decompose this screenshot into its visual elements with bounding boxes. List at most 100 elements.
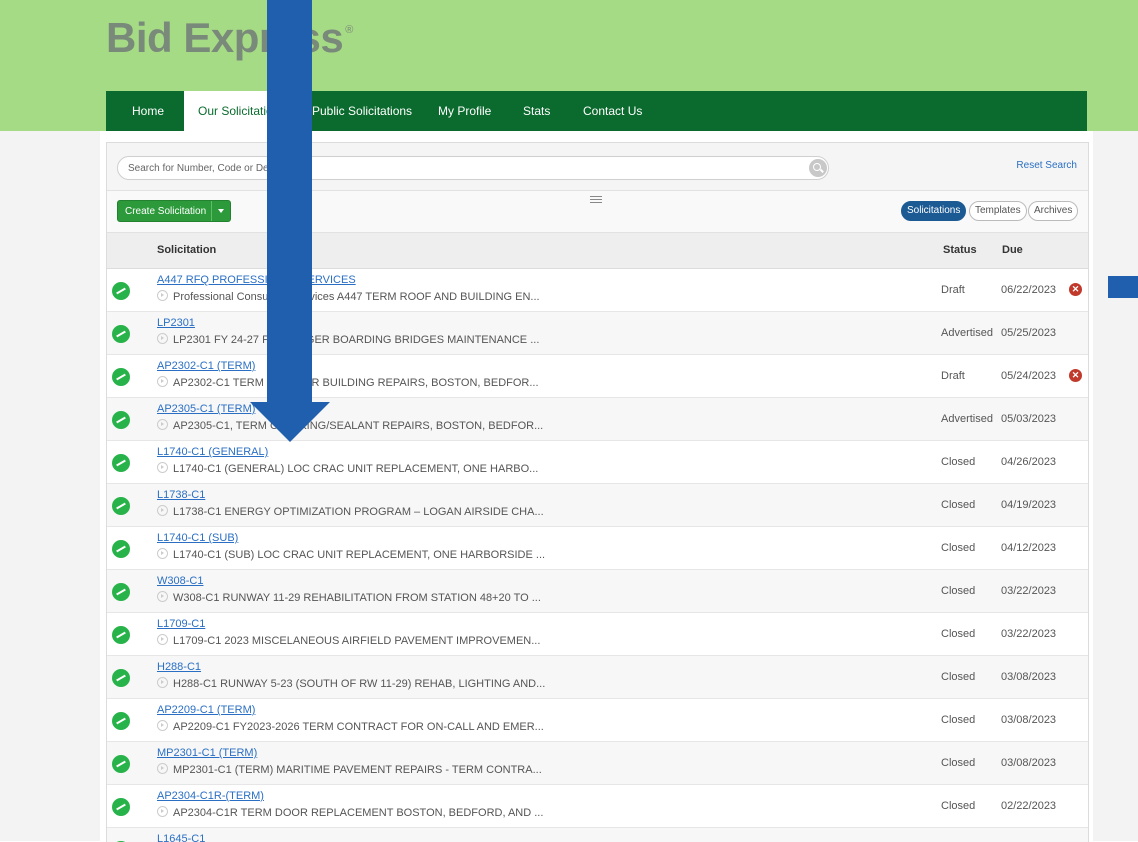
status-text: Closed xyxy=(941,456,976,468)
table-row[interactable]: AP2209-C1 (TERM) AP2209-C1 FY2023-2026 TE… xyxy=(107,699,1088,742)
description-text: MP2301-C1 (TERM) MARITIME PAVEMENT REPAI… xyxy=(173,764,542,776)
annotation-marker xyxy=(1108,276,1138,298)
solicitation-title-link[interactable]: L1740-C1 (GENERAL) xyxy=(157,446,268,458)
table-row[interactable]: L1740-C1 (SUB) L1740-C1 (SUB) LOC CRAC UN… xyxy=(107,527,1088,570)
description-text: L1738-C1 ENERGY OPTIMIZATION PROGRAM – L… xyxy=(173,506,544,518)
table-row[interactable]: H288-C1 H288-C1 RUNWAY 5-23 (SOUTH OF RW … xyxy=(107,656,1088,699)
annotation-arrow-shaft xyxy=(267,0,312,402)
arrow-right-icon xyxy=(157,548,168,559)
description-text: W308-C1 RUNWAY 11-29 REHABILITATION FROM… xyxy=(173,592,541,604)
arrow-right-icon xyxy=(157,634,168,645)
solicitation-description: LP2301 FY 24-27 PASSENGER BOARDING BRIDG… xyxy=(157,333,539,346)
arrow-right-icon xyxy=(157,290,168,301)
search-input[interactable] xyxy=(117,156,829,180)
solicitation-title-link[interactable]: AP2304-C1R-(TERM) xyxy=(157,790,264,802)
due-date: 04/19/2023 xyxy=(1001,499,1057,511)
arrow-right-icon xyxy=(157,763,168,774)
create-solicitation-button[interactable]: Create Solicitation xyxy=(117,200,232,222)
arrow-right-icon xyxy=(157,677,168,688)
due-date: 02/22/2023 xyxy=(1001,800,1057,812)
solicitation-title-link[interactable]: L1738-C1 xyxy=(157,489,205,501)
column-due[interactable]: Due xyxy=(1002,244,1023,256)
solicitation-description: L1709-C1 2023 MISCELANEOUS AIRFIELD PAVE… xyxy=(157,634,540,647)
reset-search-link[interactable]: Reset Search xyxy=(1016,160,1077,171)
chevron-down-icon[interactable] xyxy=(211,201,230,221)
delete-icon[interactable]: ✕ xyxy=(1069,283,1082,296)
due-date: 05/03/2023 xyxy=(1001,413,1057,425)
menu-handle-icon[interactable] xyxy=(590,196,602,203)
solicitation-title-link[interactable]: LP2301 xyxy=(157,317,195,329)
tab-templates[interactable]: Templates xyxy=(969,201,1027,221)
solicitation-title-link[interactable]: W308-C1 xyxy=(157,575,203,587)
column-status[interactable]: Status xyxy=(943,244,977,256)
arrow-right-icon xyxy=(157,462,168,473)
due-date: 04/12/2023 xyxy=(1001,542,1057,554)
table-row[interactable]: L1740-C1 (GENERAL) L1740-C1 (GENERAL) LOC… xyxy=(107,441,1088,484)
description-text: AP2209-C1 FY2023-2026 TERM CONTRACT FOR … xyxy=(173,721,544,733)
description-text: L1740-C1 (SUB) LOC CRAC UNIT REPLACEMENT… xyxy=(173,549,546,561)
solicitation-title-link[interactable]: H288-C1 xyxy=(157,661,201,673)
arrow-right-icon xyxy=(157,806,168,817)
bid-express-logo[interactable]: Bid Express ® xyxy=(106,14,353,62)
solicitation-description: AP2302-C1 TERM INTERIOR BUILDING REPAIRS… xyxy=(157,376,539,389)
search-icon[interactable] xyxy=(809,159,827,177)
solicitation-description: L1740-C1 (GENERAL) LOC CRAC UNIT REPLACE… xyxy=(157,462,538,475)
status-text: Closed xyxy=(941,671,976,683)
status-text: Closed xyxy=(941,542,976,554)
nav-contact-us[interactable]: Contact Us xyxy=(583,91,642,131)
solicitation-title-link[interactable]: A447 RFQ PROFESSIONAL SERVICES xyxy=(157,274,356,286)
create-solicitation-label: Create Solicitation xyxy=(125,206,207,217)
table-row[interactable]: LP2301 LP2301 FY 24-27 PASSENGER BOARDING… xyxy=(107,312,1088,355)
table-row[interactable]: L1738-C1 L1738-C1 ENERGY OPTIMIZATION PRO… xyxy=(107,484,1088,527)
bid-status-icon xyxy=(112,368,130,386)
main-nav: Home Our Solicitations Public Solicitati… xyxy=(106,91,1087,131)
arrow-right-icon xyxy=(157,591,168,602)
solicitation-description: W308-C1 RUNWAY 11-29 REHABILITATION FROM… xyxy=(157,591,541,604)
nav-home[interactable]: Home xyxy=(132,91,164,131)
table-row[interactable]: W308-C1 W308-C1 RUNWAY 11-29 REHABILITATI… xyxy=(107,570,1088,613)
due-date: 03/08/2023 xyxy=(1001,714,1057,726)
nav-public-solicitations[interactable]: Public Solicitations xyxy=(312,91,412,131)
description-text: Professional Consultant Services A447 TE… xyxy=(173,291,540,303)
solicitation-title-link[interactable]: AP2302-C1 (TERM) xyxy=(157,360,255,372)
status-text: Advertised xyxy=(941,413,993,425)
solicitation-title-link[interactable]: AP2209-C1 (TERM) xyxy=(157,704,255,716)
solicitation-title-link[interactable]: L1740-C1 (SUB) xyxy=(157,532,238,544)
bid-status-icon xyxy=(112,755,130,773)
status-text: Closed xyxy=(941,628,976,640)
bid-status-icon xyxy=(112,583,130,601)
arrow-right-icon xyxy=(157,505,168,516)
solicitation-description: H288-C1 RUNWAY 5-23 (SOUTH OF RW 11-29) … xyxy=(157,677,545,690)
description-text: AP2305-C1, TERM CAULKING/SEALANT REPAIRS… xyxy=(173,420,544,432)
table-row[interactable]: A447 RFQ PROFESSIONAL SERVICES Profession… xyxy=(107,269,1088,312)
table-row[interactable]: L1709-C1 L1709-C1 2023 MISCELANEOUS AIRFI… xyxy=(107,613,1088,656)
bid-status-icon xyxy=(112,497,130,515)
solicitation-title-link[interactable]: AP2305-C1 (TERM) xyxy=(157,403,255,415)
bid-status-icon xyxy=(112,540,130,558)
arrow-right-icon xyxy=(157,333,168,344)
solicitation-title-link[interactable]: L1709-C1 xyxy=(157,618,205,630)
table-row[interactable]: MP2301-C1 (TERM) MP2301-C1 (TERM) MARITIM… xyxy=(107,742,1088,785)
tab-solicitations[interactable]: Solicitations xyxy=(901,201,967,221)
solicitation-description: AP2305-C1, TERM CAULKING/SEALANT REPAIRS… xyxy=(157,419,543,432)
due-date: 05/25/2023 xyxy=(1001,327,1057,339)
table-row[interactable]: AP2304-C1R-(TERM) AP2304-C1R TERM DOOR RE… xyxy=(107,785,1088,828)
solicitation-description: AP2304-C1R TERM DOOR REPLACEMENT BOSTON,… xyxy=(157,806,543,819)
nav-stats[interactable]: Stats xyxy=(523,91,550,131)
solicitation-description: L1738-C1 ENERGY OPTIMIZATION PROGRAM – L… xyxy=(157,505,544,518)
search-bar: Reset Search xyxy=(107,143,1088,191)
solicitation-description: MP2301-C1 (TERM) MARITIME PAVEMENT REPAI… xyxy=(157,763,542,776)
tab-archives[interactable]: Archives xyxy=(1028,201,1079,221)
column-solicitation[interactable]: Solicitation xyxy=(157,244,216,256)
registered-mark: ® xyxy=(345,24,353,36)
due-date: 03/08/2023 xyxy=(1001,671,1057,683)
nav-my-profile[interactable]: My Profile xyxy=(438,91,491,131)
arrow-right-icon xyxy=(157,419,168,430)
delete-icon[interactable]: ✕ xyxy=(1069,369,1082,382)
solicitation-title-link[interactable]: MP2301-C1 (TERM) xyxy=(157,747,257,759)
table-row[interactable]: L1645-C1Closed02/08/2023 xyxy=(107,828,1088,842)
table-row[interactable]: AP2302-C1 (TERM) AP2302-C1 TERM INTERIOR … xyxy=(107,355,1088,398)
arrow-right-icon xyxy=(157,720,168,731)
bid-status-icon xyxy=(112,798,130,816)
solicitations-panel: Reset Search Create Solicitation Solicit… xyxy=(106,142,1089,842)
